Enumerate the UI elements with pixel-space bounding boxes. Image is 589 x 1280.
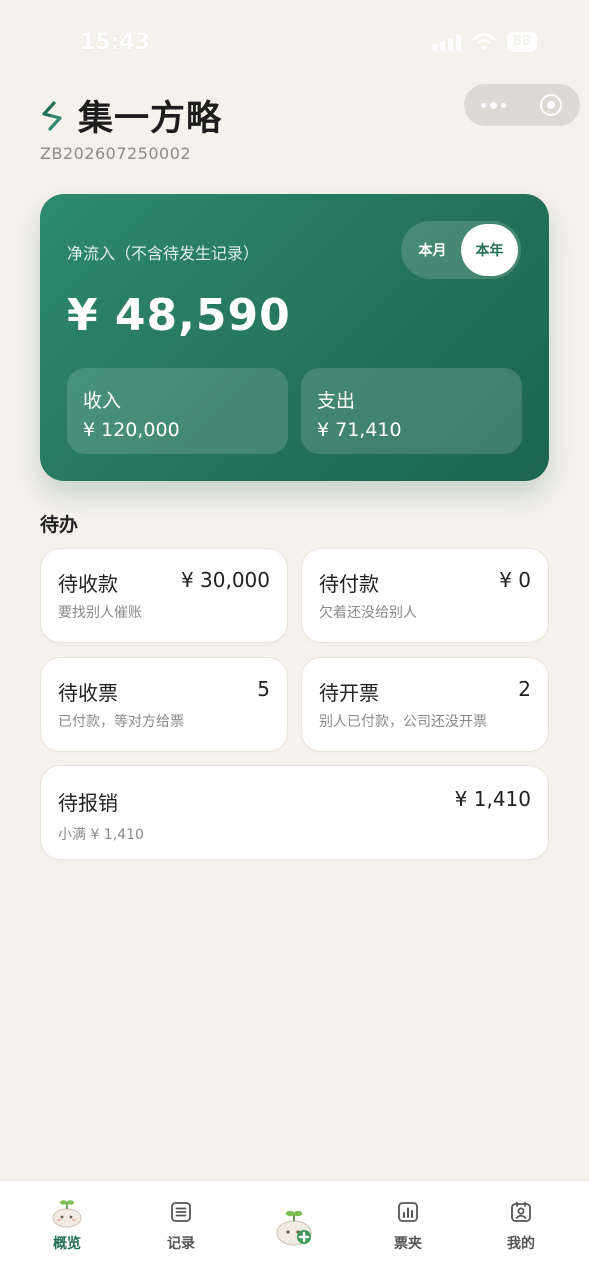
tab-label: 记录: [167, 1236, 195, 1252]
todo-desc: 别人已付款，公司还没开票: [319, 714, 487, 730]
todo-pending-receivable[interactable]: 待收款 ¥ 30,000 要找别人催账: [40, 548, 288, 643]
tab-label: 票夹: [394, 1236, 422, 1252]
net-inflow-amount: ¥ 48,590: [67, 290, 291, 341]
period-month-option[interactable]: 本月: [404, 224, 461, 276]
todo-pending-invoice-issue[interactable]: 待开票 2 别人已付款，公司还没开票: [301, 657, 549, 752]
todo-name: 待付款: [319, 572, 379, 596]
todo-section-title: 待办: [40, 514, 79, 536]
income-box[interactable]: 收入 ¥ 120,000: [67, 368, 288, 454]
todo-pending-payable[interactable]: 待付款 ¥ 0 欠着还没给别人: [301, 548, 549, 643]
profile-icon: [504, 1195, 538, 1229]
expense-box[interactable]: 支出 ¥ 71,410: [301, 368, 522, 454]
todo-pending-invoice-receive[interactable]: 待收票 5 已付款，等对方给票: [40, 657, 288, 752]
todo-desc: 要找别人催账: [58, 605, 142, 621]
add-record-mascot-icon: [273, 1205, 317, 1249]
tab-bar: 概览 记录 票夹 我的: [0, 1180, 589, 1280]
expense-value: ¥ 71,410: [317, 419, 402, 441]
status-bar: 15:43 88: [0, 0, 589, 88]
todo-value: 2: [518, 677, 531, 701]
period-year-option[interactable]: 本年: [461, 224, 518, 276]
org-code: ZB202607250002: [40, 144, 192, 163]
income-title: 收入: [83, 390, 122, 412]
bar-chart-icon: [391, 1195, 425, 1229]
tab-overview[interactable]: 概览: [27, 1195, 107, 1253]
todo-desc: 已付款，等对方给票: [58, 714, 184, 730]
todo-pending-reimbursement[interactable]: 待报销 ¥ 1,410 小满 ¥ 1,410: [40, 765, 549, 860]
tab-invoices[interactable]: 票夹: [368, 1195, 448, 1253]
tab-records[interactable]: 记录: [141, 1195, 221, 1253]
todo-value: ¥ 0: [499, 568, 531, 592]
period-toggle[interactable]: 本月 本年: [401, 221, 521, 279]
close-miniprogram-icon[interactable]: [522, 94, 580, 116]
more-icon[interactable]: [464, 101, 522, 109]
status-time: 15:43: [80, 30, 151, 55]
miniprogram-capsule: [464, 84, 580, 126]
todo-name: 待报销: [58, 791, 118, 815]
todo-value: ¥ 1,410: [454, 787, 531, 811]
signal-icon: [431, 33, 461, 51]
tab-label: 概览: [53, 1236, 81, 1252]
todo-value: ¥ 30,000: [180, 568, 270, 592]
todo-name: 待收款: [58, 572, 118, 596]
net-inflow-card: 净流入（不含待发生记录） 本月 本年 ¥ 48,590 收入 ¥ 120,000…: [40, 194, 549, 481]
tab-add-record[interactable]: [255, 1205, 335, 1249]
status-icons: 88: [431, 32, 537, 52]
app-title: 集一方略: [78, 99, 223, 139]
list-icon: [164, 1195, 198, 1229]
brand-logo-icon: [42, 100, 62, 131]
todo-name: 待开票: [319, 681, 379, 705]
todo-name: 待收票: [58, 681, 118, 705]
income-value: ¥ 120,000: [83, 419, 180, 441]
todo-value: 5: [257, 677, 270, 701]
tab-label: 我的: [507, 1236, 535, 1252]
net-inflow-label: 净流入（不含待发生记录）: [67, 244, 260, 263]
todo-desc: 小满 ¥ 1,410: [58, 827, 144, 843]
wifi-icon: [472, 33, 495, 50]
expense-title: 支出: [317, 390, 356, 412]
tab-mine[interactable]: 我的: [481, 1195, 561, 1253]
battery-icon: 88: [506, 32, 537, 52]
todo-desc: 欠着还没给别人: [319, 605, 417, 621]
sprout-mascot-icon: [50, 1195, 84, 1229]
